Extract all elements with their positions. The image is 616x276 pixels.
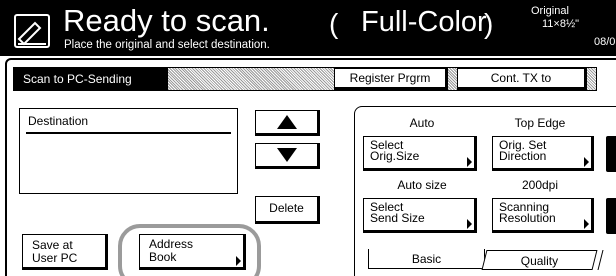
mode-paren-close: ): [484, 8, 494, 39]
register-program-button[interactable]: Register Prgrm: [334, 68, 448, 90]
destination-title: Destination: [28, 114, 89, 128]
resolution-label-line2: Resolution: [499, 211, 556, 225]
original-size: 11×8½": [542, 18, 580, 30]
scroll-down-button[interactable]: [255, 143, 320, 169]
save-at-user-pc-button[interactable]: Save at User PC: [22, 234, 108, 270]
delete-button[interactable]: Delete: [255, 196, 320, 224]
status-title: Ready to scan.: [63, 3, 270, 38]
send-size-label-line2: Send Size: [370, 211, 425, 225]
edit-icon[interactable]: [14, 14, 50, 48]
destination-list[interactable]: Destination: [19, 108, 238, 194]
date-display: 08/0: [594, 36, 616, 48]
scroll-up-button[interactable]: [255, 110, 320, 136]
arrow-right-icon: [584, 157, 589, 167]
next-column-edge: [606, 136, 616, 172]
orig-size-value: Auto: [409, 116, 435, 130]
tab-quality-label: Quality: [520, 254, 558, 268]
orig-size-label-line2: Orig.Size: [370, 149, 420, 163]
destination-divider: [26, 132, 231, 134]
scan-screen: Ready to scan. Place the original and se…: [0, 0, 616, 276]
scanning-resolution-button[interactable]: Scanning Resolution: [492, 198, 594, 233]
orig-set-direction-button[interactable]: Orig. Set Direction: [492, 136, 594, 171]
mode-paren-open: (: [329, 8, 339, 39]
direction-label-line2: Direction: [499, 149, 547, 163]
arrow-right-icon: [467, 219, 472, 229]
mode-tag: Scan to PC-Sending: [13, 67, 168, 91]
continuous-tx-button[interactable]: Cont. TX to: [457, 68, 587, 90]
address-label-line2: Book: [149, 250, 177, 264]
resolution-value: 200dpi: [521, 178, 559, 192]
direction-value: Top Edge: [514, 116, 566, 130]
select-send-size-button[interactable]: Select Send Size: [363, 198, 477, 233]
status-header: Ready to scan. Place the original and se…: [0, 0, 616, 56]
send-size-value: Auto size: [397, 178, 447, 192]
status-subtitle: Place the original and select destinatio…: [64, 39, 270, 51]
original-label: Original: [531, 5, 569, 17]
select-orig-size-button[interactable]: Select Orig.Size: [363, 136, 477, 171]
address-book-button[interactable]: Address Book: [139, 234, 246, 270]
arrow-right-icon: [584, 219, 589, 229]
arrow-up-icon: [276, 115, 297, 129]
tab-quality[interactable]: Quality: [481, 250, 598, 270]
color-mode-label: Full-Color: [361, 6, 487, 38]
tab-basic[interactable]: Basic: [368, 249, 485, 269]
arrow-right-icon: [236, 256, 241, 266]
next-column-edge: [606, 198, 616, 234]
arrow-right-icon: [467, 157, 472, 167]
save-label-line2: User PC: [32, 251, 78, 265]
arrow-down-icon: [276, 148, 297, 162]
